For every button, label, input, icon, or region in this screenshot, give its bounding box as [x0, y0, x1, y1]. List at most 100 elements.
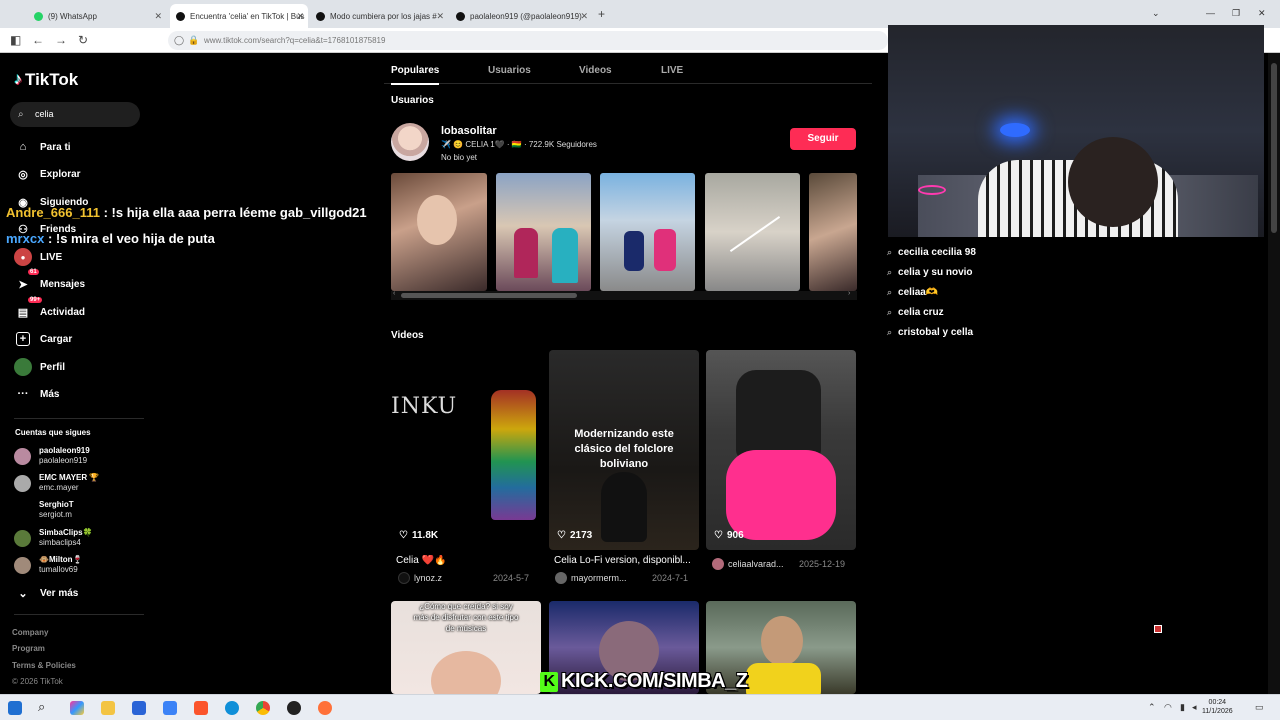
clock[interactable]: 00:24 11/1/2026 [1202, 698, 1233, 716]
horizontal-scrollbar[interactable]: ‹ › [391, 290, 857, 300]
tab-list-icon[interactable]: ⌄ [1152, 8, 1160, 19]
vertical-scrollbar[interactable] [1268, 53, 1280, 694]
nav-cargar[interactable]: + Cargar [14, 330, 72, 348]
video-author[interactable]: mayormerm... [555, 572, 645, 584]
notifications-icon[interactable]: ▭ [1255, 702, 1264, 713]
file-explorer-icon[interactable] [101, 701, 115, 715]
url-field[interactable]: ◯ 🔒 www.tiktok.com/search?q=celia&t=1768… [168, 31, 888, 50]
following-account[interactable]: SerghioT sergiot.m [14, 500, 74, 520]
volume-icon[interactable]: ◂ [1192, 702, 1197, 713]
browser-tab-paolaleon[interactable]: paolaleon919 (@paolaleon919) ✕ [450, 4, 592, 28]
account-name: EMC MAYER 🏆 [39, 473, 100, 482]
tab-populares[interactable]: Populares [391, 65, 440, 85]
browser-tab-bar: (9) WhatsApp ✕ Encuentra 'celia' en TikT… [0, 0, 1280, 28]
following-account[interactable]: 🐵Milton🍷 tumallov69 [14, 555, 82, 575]
chrome-icon[interactable] [256, 701, 270, 715]
nav-perfil[interactable]: Perfil [14, 358, 65, 376]
store-icon[interactable] [132, 701, 146, 715]
follow-button[interactable]: Seguir [790, 128, 856, 150]
network-icon[interactable]: ◠ [1164, 702, 1172, 713]
user-name[interactable]: lobasolitar [441, 125, 497, 137]
avatar[interactable] [391, 123, 429, 161]
scrollbar-thumb[interactable] [401, 293, 577, 298]
user-video-thumbnail[interactable] [705, 173, 800, 291]
footer-company[interactable]: Company [12, 628, 48, 637]
footer-program[interactable]: Program [12, 644, 45, 653]
search-icon[interactable]: ⌕ [38, 700, 52, 715]
search-suggestion[interactable]: ⌕ cecilia cecilia 98 [887, 247, 976, 258]
close-icon[interactable]: ✕ [296, 11, 304, 22]
video-card[interactable]: INKU [391, 350, 541, 550]
close-icon[interactable]: ✕ [154, 11, 162, 22]
browser-tab-whatsapp[interactable]: (9) WhatsApp ✕ [28, 4, 166, 28]
nav-mensajes[interactable]: ➤ 61 Mensajes [14, 269, 85, 293]
video-card[interactable] [706, 350, 856, 550]
scroll-left-icon[interactable]: ‹ [393, 290, 395, 297]
tab-usuarios[interactable]: Usuarios [488, 65, 531, 76]
video-card[interactable]: Modernizando este clásico del folclore b… [549, 350, 699, 550]
gift-icon[interactable] [1154, 625, 1162, 633]
following-account[interactable]: paolaleon919 paolaleon919 [14, 446, 90, 466]
user-video-thumbnail[interactable] [809, 173, 857, 291]
firefox-icon[interactable] [318, 701, 332, 715]
windows-start-icon[interactable] [8, 701, 22, 715]
tab-live[interactable]: LIVE [661, 65, 683, 76]
video-card[interactable]: ¿Cómo que creída? si soy más de disfruta… [391, 601, 541, 694]
search-suggestion[interactable]: ⌕ celia y su novio [887, 267, 973, 278]
scroll-right-icon[interactable]: › [848, 290, 850, 297]
browser-tab-tiktok-search[interactable]: Encuentra 'celia' en TikTok | Bus ✕ [170, 4, 308, 28]
reload-icon[interactable]: ↻ [78, 33, 88, 47]
copilot-icon[interactable] [70, 701, 84, 715]
edge-icon[interactable] [225, 701, 239, 715]
video-figure [736, 370, 821, 460]
minimize-icon[interactable]: — [1206, 8, 1215, 18]
maximize-icon[interactable]: ❐ [1232, 8, 1240, 19]
forward-icon[interactable]: → [55, 33, 67, 47]
nav-para-ti[interactable]: ⌂ Para ti [14, 138, 71, 156]
tab-label: Encuentra 'celia' en TikTok | Bus [190, 11, 305, 21]
nav-mas[interactable]: ··· Más [14, 385, 60, 403]
close-icon[interactable]: ✕ [436, 11, 444, 22]
account-handle: tumallov69 [39, 565, 78, 574]
chat-user: mrxcx [6, 231, 45, 246]
search-suggestion[interactable]: ⌕ celia cruz [887, 307, 944, 318]
chat-text: : !s mira el veo hija de puta [47, 231, 215, 246]
close-window-icon[interactable]: ✕ [1258, 8, 1266, 19]
video-caption[interactable]: Celia ❤️🔥 [396, 555, 546, 566]
nav-live[interactable]: ● LIVE [14, 248, 62, 266]
user-video-thumbnail[interactable] [600, 173, 695, 291]
tray-chevron-icon[interactable]: ⌃ [1148, 702, 1156, 713]
search-suggestion[interactable]: ⌕ cristobal y cella [887, 327, 973, 338]
search-input[interactable]: ⌕ celia [10, 102, 140, 127]
thumbnail-stairs [729, 215, 781, 253]
nav-actividad[interactable]: ▤ 99+ Actividad [14, 297, 85, 321]
scrollbar-thumb[interactable] [1271, 63, 1277, 233]
user-video-thumbnail[interactable] [391, 173, 487, 291]
video-caption[interactable]: Celia Lo-Fi version, disponibl... [554, 555, 704, 566]
sidebar-toggle-icon[interactable]: ◧ [10, 33, 21, 47]
video-author[interactable]: lynoz.z [398, 572, 488, 584]
video-author[interactable]: celiaalvarad... [712, 558, 802, 570]
suggestion-text: celia y su novio [898, 267, 973, 278]
app-icon[interactable] [163, 701, 177, 715]
following-account[interactable]: EMC MAYER 🏆 emc.mayer [14, 473, 99, 493]
footer-terms[interactable]: Terms & Policies [12, 661, 76, 670]
following-account[interactable]: SimbaClips🍀 simbaclips4 [14, 528, 93, 548]
tab-videos[interactable]: Videos [579, 65, 612, 76]
battery-icon[interactable]: ▮ [1180, 702, 1185, 713]
browser-tab-modo-cumbiera[interactable]: Modo cumbiera por los jajas # ✕ [310, 4, 448, 28]
avatar [14, 474, 31, 492]
heart-icon: ♡ [399, 530, 408, 541]
see-more-button[interactable]: ⌄ Ver más [14, 584, 78, 602]
user-video-thumbnail[interactable] [496, 173, 591, 291]
tiktok-logo[interactable]: ♪ TikTok [14, 70, 78, 90]
nav-explorar[interactable]: ◎ Explorar [14, 165, 80, 183]
back-icon[interactable]: ← [32, 33, 44, 47]
brave-icon[interactable] [194, 701, 208, 715]
obs-icon[interactable] [287, 701, 301, 715]
video-date: 2025-12-19 [799, 559, 846, 569]
thumbnail-face [417, 195, 457, 245]
close-icon[interactable]: ✕ [580, 11, 588, 22]
search-suggestion[interactable]: ⌕ celiaa🫶 [887, 287, 938, 298]
new-tab-icon[interactable]: + [598, 7, 605, 21]
